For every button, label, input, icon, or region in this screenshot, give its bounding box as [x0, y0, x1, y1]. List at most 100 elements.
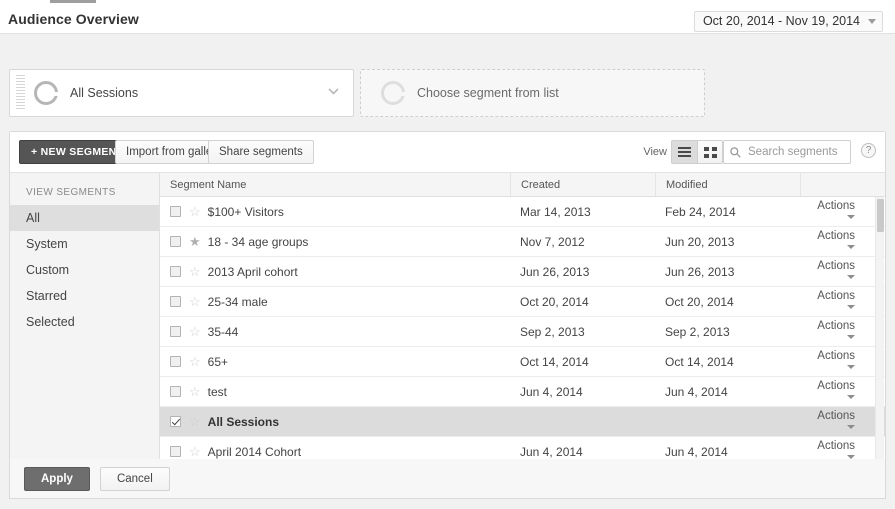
view-label: View	[643, 146, 667, 158]
share-segments-button[interactable]: Share segments	[208, 140, 314, 164]
created-date-cell: Mar 14, 2013	[510, 205, 655, 219]
question-mark-icon[interactable]: ?	[861, 143, 876, 158]
row-checkbox[interactable]	[170, 266, 181, 277]
search-icon	[730, 147, 741, 158]
modified-date-cell: Jun 26, 2013	[655, 265, 800, 279]
segment-panel: + NEW SEGMENT Import from gallery Share …	[9, 131, 886, 465]
view-segments-sidebar: VIEW SEGMENTS AllSystemCustomStarredSele…	[10, 173, 160, 465]
actions-menu[interactable]: Actions	[800, 320, 885, 344]
actions-menu[interactable]: Actions	[800, 290, 885, 314]
active-segment-pill[interactable]: All Sessions	[9, 69, 354, 117]
grid-view-icon[interactable]	[697, 141, 722, 163]
segments-table: Segment Name Created Modified ☆$100+ Vis…	[160, 173, 885, 465]
sidebar-item-label: Selected	[26, 315, 75, 329]
star-icon[interactable]: ★	[189, 235, 201, 248]
star-icon[interactable]: ☆	[189, 265, 201, 278]
sidebar-item-label: All	[26, 211, 40, 225]
table-scrollbar[interactable]	[875, 197, 884, 465]
empty-segment-label: Choose segment from list	[417, 86, 559, 100]
scrollbar-thumb[interactable]	[877, 199, 884, 232]
sidebar-item-all[interactable]: All	[10, 205, 159, 231]
table-row[interactable]: ☆$100+ VisitorsMar 14, 2013Feb 24, 2014A…	[160, 197, 885, 227]
segment-toolbar: + NEW SEGMENT Import from gallery Share …	[10, 132, 885, 173]
chevron-down-icon	[868, 19, 876, 24]
actions-label: Actions	[817, 350, 855, 362]
segment-name-label: All Sessions	[208, 415, 279, 429]
chevron-down-icon[interactable]	[328, 88, 339, 95]
panel-body: VIEW SEGMENTS AllSystemCustomStarredSele…	[10, 173, 885, 465]
star-icon[interactable]: ☆	[189, 205, 201, 218]
list-view-icon[interactable]	[672, 141, 697, 163]
sidebar-item-selected[interactable]: Selected	[10, 309, 159, 335]
row-checkbox[interactable]	[170, 326, 181, 337]
segment-name-cell: ☆ 25-34 male	[160, 295, 510, 309]
chevron-down-icon	[847, 455, 855, 459]
segment-picker-screen: Audience Overview Oct 20, 2014 - Nov 19,…	[0, 0, 895, 509]
empty-segment-slot[interactable]: Choose segment from list	[360, 69, 705, 117]
created-date-cell: Nov 7, 2012	[510, 235, 655, 249]
chevron-down-icon	[847, 245, 855, 249]
segment-name-label: 25-34 male	[208, 295, 268, 309]
chevron-down-icon	[847, 425, 855, 429]
apply-button[interactable]: Apply	[24, 467, 90, 491]
star-icon[interactable]: ☆	[189, 295, 201, 308]
table-row[interactable]: ☆ All Sessions Actions	[160, 407, 885, 437]
actions-menu[interactable]: Actions	[800, 260, 885, 284]
sidebar-item-label: Custom	[26, 263, 69, 277]
search-segments-box[interactable]	[723, 140, 851, 164]
created-date-cell: Jun 26, 2013	[510, 265, 655, 279]
sidebar-item-label: Starred	[26, 289, 67, 303]
segment-name-label: April 2014 Cohort	[208, 445, 301, 459]
date-range-label: Oct 20, 2014 - Nov 19, 2014	[703, 14, 860, 28]
modified-date-cell: Sep 2, 2013	[655, 325, 800, 339]
sidebar-item-starred[interactable]: Starred	[10, 283, 159, 309]
star-icon[interactable]: ☆	[189, 385, 201, 398]
actions-label: Actions	[817, 200, 855, 212]
sidebar-item-system[interactable]: System	[10, 231, 159, 257]
table-row[interactable]: ☆2013 April cohortJun 26, 2013Jun 26, 20…	[160, 257, 885, 287]
actions-menu[interactable]: Actions	[800, 230, 885, 254]
row-checkbox[interactable]	[170, 206, 181, 217]
cancel-button[interactable]: Cancel	[100, 467, 170, 491]
table-row[interactable]: ☆testJun 4, 2014Jun 4, 2014Actions	[160, 377, 885, 407]
date-range-picker[interactable]: Oct 20, 2014 - Nov 19, 2014	[694, 11, 883, 32]
column-header-modified: Modified	[655, 173, 800, 196]
actions-menu[interactable]: Actions	[800, 200, 885, 224]
actions-menu[interactable]: Actions	[800, 350, 885, 374]
table-row[interactable]: ☆65+Oct 14, 2014Oct 14, 2014Actions	[160, 347, 885, 377]
segment-name-cell: ☆ All Sessions	[160, 415, 510, 429]
row-checkbox[interactable]	[170, 296, 181, 307]
table-row[interactable]: ☆25-34 maleOct 20, 2014Oct 20, 2014Actio…	[160, 287, 885, 317]
donut-ring-icon	[381, 81, 405, 105]
star-icon[interactable]: ☆	[189, 415, 201, 428]
row-checkbox[interactable]	[170, 446, 181, 457]
segment-name-cell: ☆35-44	[160, 325, 510, 339]
drag-grip-icon[interactable]	[16, 75, 25, 111]
star-icon[interactable]: ☆	[189, 325, 201, 338]
created-date-cell: Oct 14, 2014	[510, 355, 655, 369]
modified-date-cell: Oct 14, 2014	[655, 355, 800, 369]
row-checkbox[interactable]	[170, 416, 181, 427]
star-icon[interactable]: ☆	[189, 445, 201, 458]
actions-label: Actions	[817, 410, 855, 422]
segment-name-cell: ☆2013 April cohort	[160, 265, 510, 279]
created-date-cell: Sep 2, 2013	[510, 325, 655, 339]
actions-menu[interactable]: Actions	[800, 410, 885, 434]
row-checkbox[interactable]	[170, 356, 181, 367]
table-row[interactable]: ☆35-44Sep 2, 2013Sep 2, 2013Actions	[160, 317, 885, 347]
actions-label: Actions	[817, 290, 855, 302]
segment-bar: All Sessions Choose segment from list	[0, 35, 895, 126]
row-checkbox[interactable]	[170, 236, 181, 247]
sidebar-item-custom[interactable]: Custom	[10, 257, 159, 283]
chevron-down-icon	[847, 335, 855, 339]
table-row[interactable]: ★18 - 34 age groupsNov 7, 2012Jun 20, 20…	[160, 227, 885, 257]
view-toggle	[671, 140, 723, 164]
browser-tab-remnant	[50, 0, 96, 3]
row-checkbox[interactable]	[170, 386, 181, 397]
actions-menu[interactable]: Actions	[800, 380, 885, 404]
star-icon[interactable]: ☆	[189, 355, 201, 368]
modified-date-cell: Jun 4, 2014	[655, 385, 800, 399]
panel-footer: Apply Cancel	[9, 459, 886, 499]
search-input[interactable]	[746, 145, 844, 159]
sidebar-list: All System Custom Starred Selected	[10, 205, 159, 335]
